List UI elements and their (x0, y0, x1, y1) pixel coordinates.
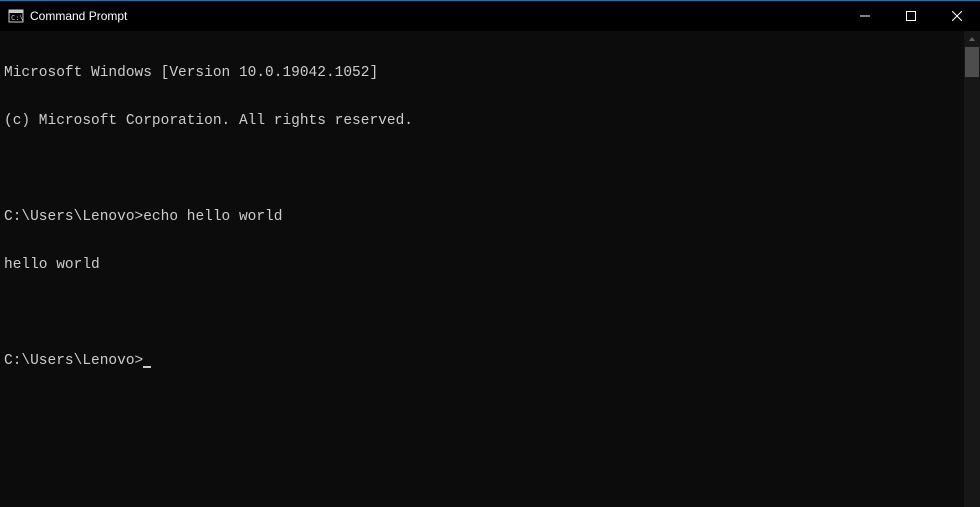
terminal-line: C:\Users\Lenovo>echo hello world (4, 209, 960, 225)
terminal-line (4, 305, 960, 321)
titlebar[interactable]: C:\ Command Prompt (0, 1, 980, 31)
scroll-up-arrow-icon[interactable] (964, 31, 980, 47)
cursor (143, 366, 151, 368)
terminal-area[interactable]: Microsoft Windows [Version 10.0.19042.10… (0, 31, 980, 507)
window-title: Command Prompt (30, 9, 127, 23)
minimize-button[interactable] (842, 1, 888, 31)
prompt-text: C:\Users\Lenovo> (4, 353, 143, 369)
terminal-line: (c) Microsoft Corporation. All rights re… (4, 113, 960, 129)
command-text: echo hello world (143, 209, 282, 225)
scrollbar-thumb[interactable] (965, 47, 979, 77)
terminal-line (4, 161, 960, 177)
terminal-output: hello world (4, 257, 960, 273)
maximize-button[interactable] (888, 1, 934, 31)
svg-text:C:\: C:\ (11, 14, 24, 22)
vertical-scrollbar[interactable] (964, 31, 980, 507)
command-prompt-window: C:\ Command Prompt Microsoft Windows [Ve… (0, 0, 980, 507)
cmd-icon: C:\ (8, 8, 24, 24)
terminal-line: Microsoft Windows [Version 10.0.19042.10… (4, 65, 960, 81)
close-button[interactable] (934, 1, 980, 31)
prompt-text: C:\Users\Lenovo> (4, 209, 143, 225)
terminal-content[interactable]: Microsoft Windows [Version 10.0.19042.10… (0, 31, 964, 507)
current-prompt-line[interactable]: C:\Users\Lenovo> (4, 353, 960, 369)
window-controls (842, 1, 980, 31)
